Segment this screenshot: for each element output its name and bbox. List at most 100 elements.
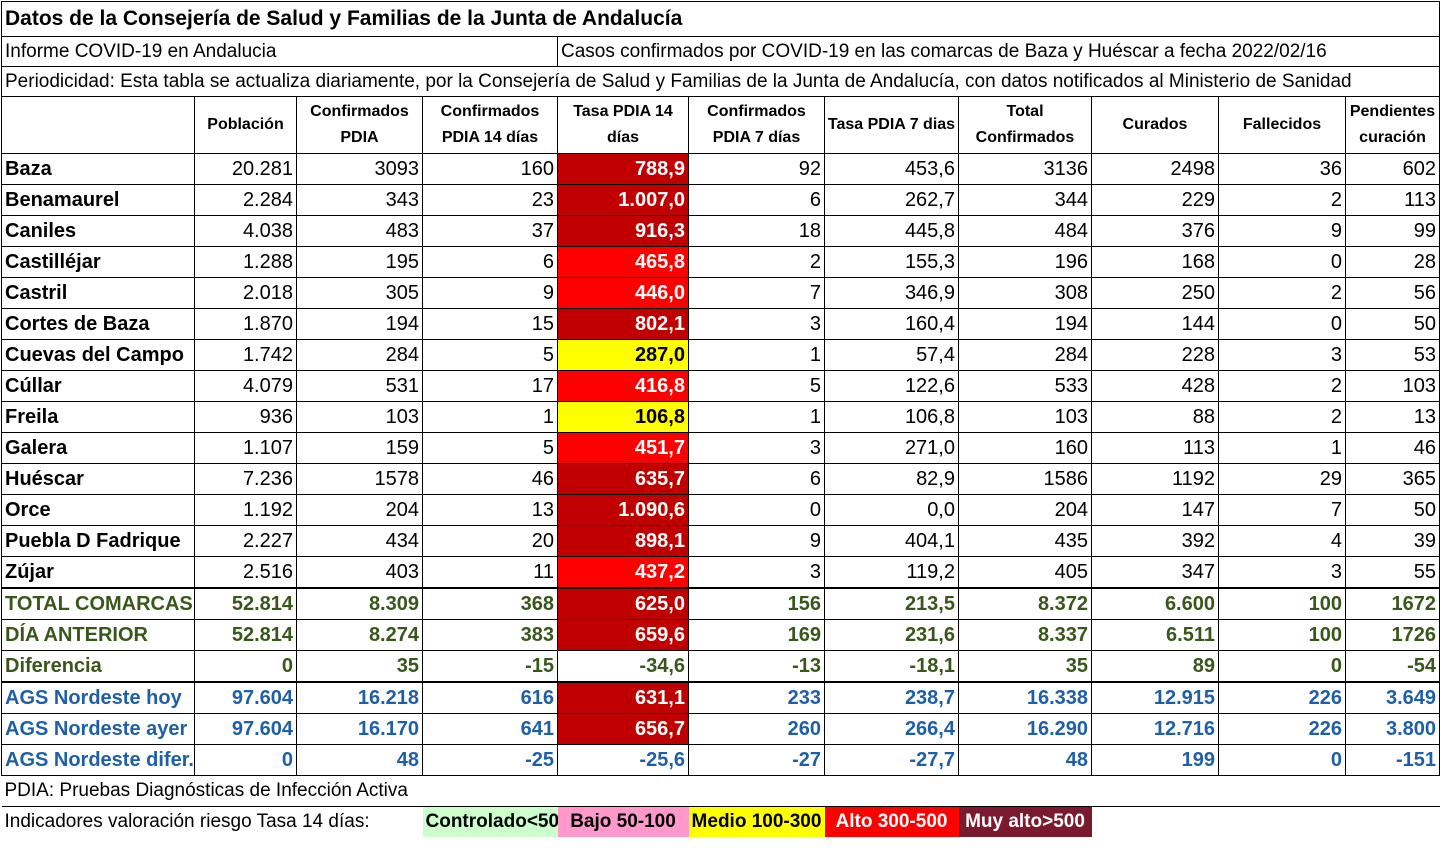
data-cell: 404,1 <box>824 525 959 557</box>
row-label: Puebla D Fadrique <box>1 525 195 557</box>
data-cell: 531 <box>296 370 423 402</box>
row-label: AGS Nordeste difer. <box>1 744 195 776</box>
row-label: Huéscar <box>1 463 195 495</box>
legend-item: Bajo 50-100 <box>557 806 689 837</box>
data-cell: 36 <box>1218 153 1346 185</box>
data-cell: 7 <box>1218 494 1346 526</box>
data-cell: 0 <box>194 650 297 683</box>
data-cell: 435 <box>958 525 1092 557</box>
data-cell: -151 <box>1344 744 1441 776</box>
data-cell: -13 <box>688 650 825 683</box>
data-cell: 2 <box>1218 370 1346 402</box>
row-label: AGS Nordeste hoy <box>1 681 195 714</box>
data-cell: 1672 <box>1344 587 1441 620</box>
data-cell: 4 <box>1218 525 1346 557</box>
data-cell: 305 <box>296 277 423 309</box>
data-cell: 23 <box>422 184 558 216</box>
data-cell: 284 <box>296 339 423 371</box>
data-cell: 392 <box>1091 525 1219 557</box>
data-cell: 383 <box>422 619 558 651</box>
data-cell: 122,6 <box>824 370 959 402</box>
row-label: Cuevas del Campo <box>1 339 195 371</box>
data-cell: 88 <box>1091 401 1219 433</box>
data-cell: 365 <box>1344 463 1441 495</box>
row-label: Cortes de Baza <box>1 308 195 340</box>
data-cell: 346,9 <box>824 277 959 309</box>
rate-14d-cell: 656,7 <box>557 713 689 745</box>
column-header: Curados <box>1091 96 1219 154</box>
data-cell: 113 <box>1344 184 1441 216</box>
table-row: Cortes de Baza 1.870 194 15 802,1 3 160,4 194 14… <box>1 308 1441 340</box>
data-cell: 11 <box>422 556 558 589</box>
data-cell: 48 <box>296 744 423 776</box>
data-cell: 484 <box>958 215 1092 247</box>
data-cell: 16.218 <box>296 681 423 714</box>
data-cell: 641 <box>422 713 558 745</box>
rate-14d-cell: 465,8 <box>557 246 689 278</box>
rate-14d-cell: 625,0 <box>557 587 689 620</box>
data-cell: 936 <box>194 401 297 433</box>
data-cell: 155,3 <box>824 246 959 278</box>
data-cell: 2.284 <box>194 184 297 216</box>
data-cell: 1192 <box>1091 463 1219 495</box>
data-cell: 29 <box>1218 463 1346 495</box>
data-cell: 3.649 <box>1344 681 1441 714</box>
data-cell: 6.600 <box>1091 587 1219 620</box>
data-cell: 8.309 <box>296 587 423 620</box>
table-row: Castilléjar 1.288 195 6 465,8 2 155,3 196 168 0 28 <box>1 246 1441 278</box>
data-cell: 103 <box>1344 370 1441 402</box>
data-cell: -27 <box>688 744 825 776</box>
data-cell: 6 <box>688 463 825 495</box>
data-cell: 52.814 <box>194 619 297 651</box>
data-cell: 483 <box>296 215 423 247</box>
data-cell: 9 <box>422 277 558 309</box>
data-cell: 159 <box>296 432 423 464</box>
data-cell: 5 <box>688 370 825 402</box>
data-cell: 271,0 <box>824 432 959 464</box>
legend-item: Medio 100-300 <box>688 806 825 837</box>
data-cell: 428 <box>1091 370 1219 402</box>
data-cell: 4.079 <box>194 370 297 402</box>
data-cell: 3 <box>1218 339 1346 371</box>
data-cell: 97.604 <box>194 713 297 745</box>
table-row: Freila 936 103 1 106,8 1 106,8 103 88 2 13 <box>1 401 1441 433</box>
report-subtitle: Casos confirmados por COVID-19 en las co… <box>556 36 1441 67</box>
empty-cell <box>1345 806 1440 837</box>
column-header: Fallecidos <box>1218 96 1346 154</box>
rate-14d-cell: 788,9 <box>557 153 689 185</box>
table-row: Cúllar 4.079 531 17 416,8 5 122,6 533 428 2 103 <box>1 370 1441 402</box>
rate-14d-cell: 446,0 <box>557 277 689 309</box>
data-cell: 2.018 <box>194 277 297 309</box>
data-cell: 1578 <box>296 463 423 495</box>
footnote: PDIA: Pruebas Diagnósticas de Infección … <box>1 775 1440 807</box>
row-label: Caniles <box>1 215 195 247</box>
report-name: Informe COVID-19 en Andalucia <box>1 36 558 67</box>
page-title: Datos de la Consejería de Salud y Famili… <box>0 1 1441 37</box>
row-label: AGS Nordeste ayer <box>1 713 195 745</box>
table-row: Benamaurel 2.284 343 23 1.007,0 6 262,7 344 229 2… <box>1 184 1441 216</box>
data-cell: 344 <box>958 184 1092 216</box>
column-header: Confirmados PDIA 14 días <box>422 96 558 154</box>
column-header: Población <box>194 96 297 154</box>
data-cell: 4.038 <box>194 215 297 247</box>
legend-item: Alto 300-500 <box>824 806 959 837</box>
data-cell: 100 <box>1218 619 1346 651</box>
data-cell: 1586 <box>958 463 1092 495</box>
data-cell: 97.604 <box>194 681 297 714</box>
table-row: Baza 20.281 3093 160 788,9 92 453,6 3136 2498 36 6… <box>1 153 1441 185</box>
data-cell: 52.814 <box>194 587 297 620</box>
data-cell: 196 <box>958 246 1092 278</box>
legend-item: Controlado<50 <box>422 806 558 837</box>
data-cell: 15 <box>422 308 558 340</box>
table-row: Galera 1.107 159 5 451,7 3 271,0 160 113 1 46 <box>1 432 1441 464</box>
data-cell: 238,7 <box>824 681 959 714</box>
data-cell: 602 <box>1344 153 1441 185</box>
data-cell: 226 <box>1218 713 1346 745</box>
rate-14d-cell: 287,0 <box>557 339 689 371</box>
data-cell: 144 <box>1091 308 1219 340</box>
table-row: Orce 1.192 204 13 1.090,6 0 0,0 204 147 7 50 <box>1 494 1441 526</box>
data-cell: 99 <box>1344 215 1441 247</box>
row-label: Castril <box>1 277 195 309</box>
row-label: Castilléjar <box>1 246 195 278</box>
data-cell: 343 <box>296 184 423 216</box>
